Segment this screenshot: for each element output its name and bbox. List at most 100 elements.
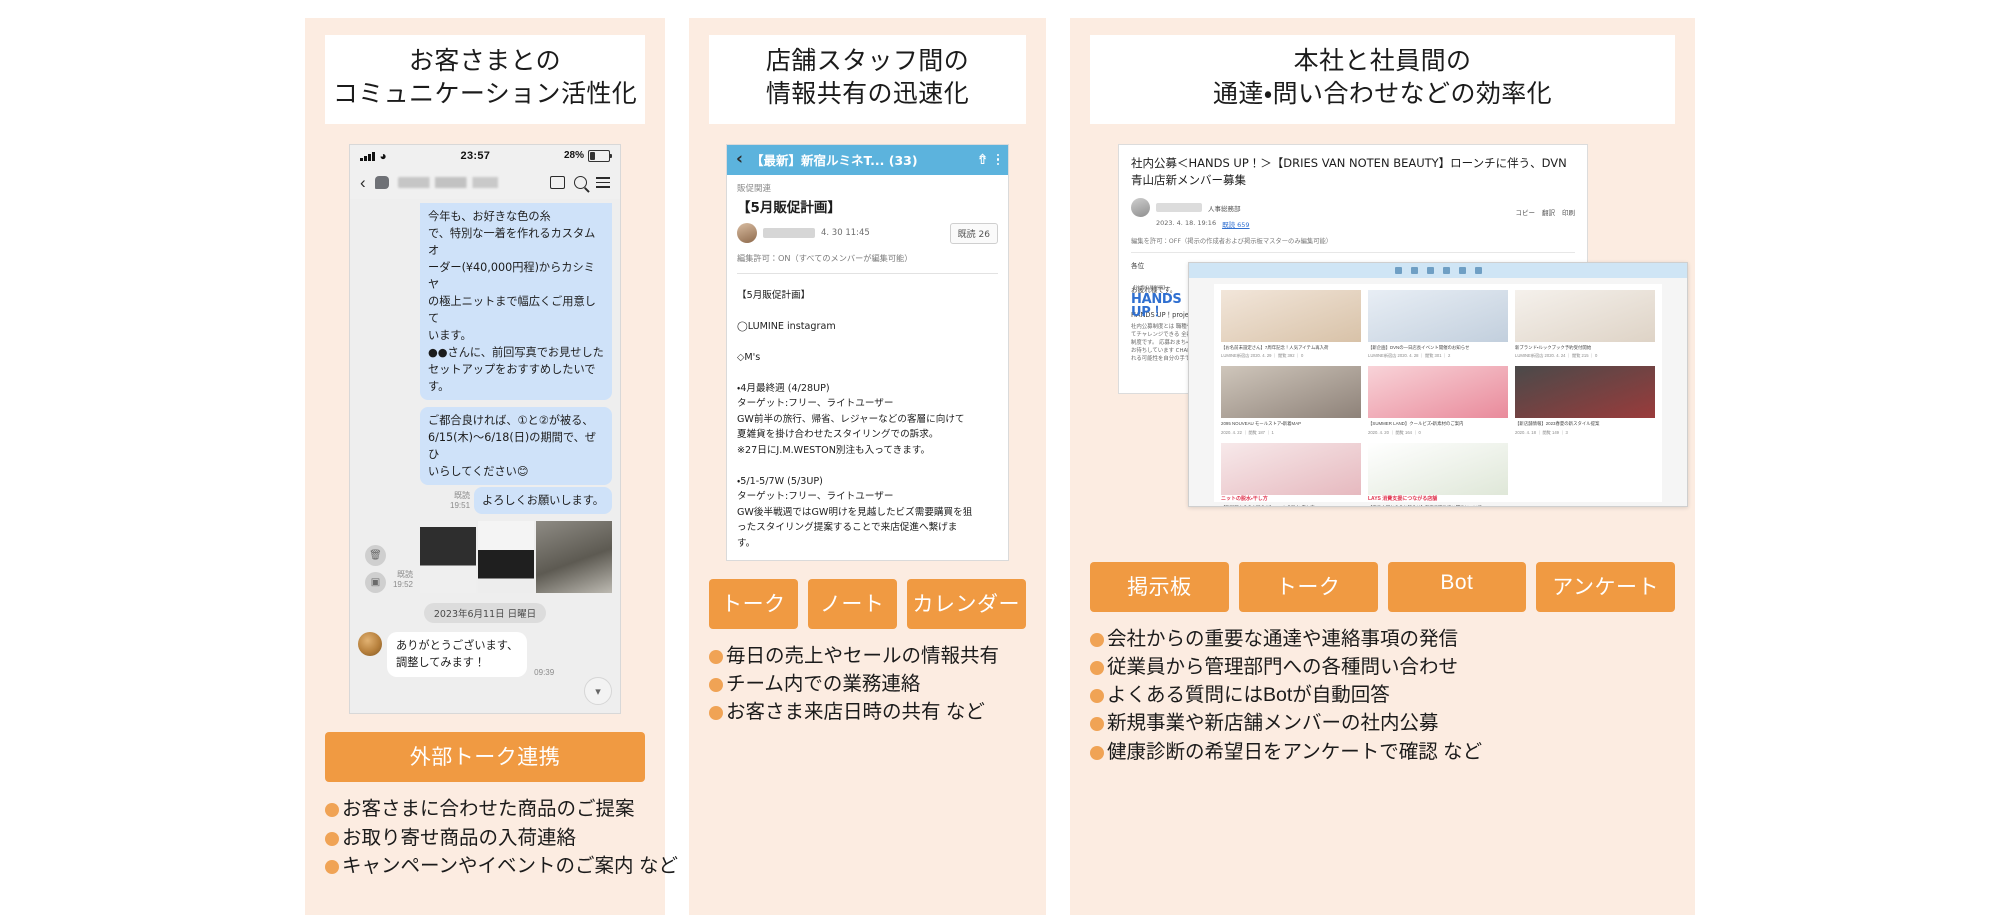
phone-status-bar: ◕ 23:57 28%: [350, 144, 620, 167]
feed-caption: 【商品本部からのお知らせ】新商品取り扱い開始について: [1368, 505, 1508, 506]
avatar: [737, 223, 757, 243]
note-header: ‹ 【最新】新宿ルミネT... (33) ⇮: [727, 144, 1008, 175]
read-receipt-1: 既読 19:51: [450, 491, 474, 514]
feature-button-talk[interactable]: トーク: [709, 578, 798, 629]
feature-button-note[interactable]: ノート: [807, 578, 897, 629]
avatar: [358, 631, 382, 656]
feature-button-bot[interactable]: Bot: [1387, 561, 1527, 612]
list-item: 会社からの重要な通達や連絡事項の発信: [1090, 625, 1675, 653]
list-item[interactable]: 【新企画】DVNの一日店長イベント開催のお知らせ LUMINE新宿店 2020.…: [1368, 289, 1508, 360]
chat-row-outgoing-3: 既読 19:51 よろしくお願いします。: [358, 486, 612, 514]
save-icon[interactable]: ▣: [364, 571, 386, 593]
bullet-dot-icon: [1090, 632, 1104, 647]
feed-caption: 【販促部からのお知らせ】ニットの脱水・干し方: [1221, 505, 1361, 506]
card-2-title-line1: 店舗スタッフ間の: [765, 47, 970, 75]
list-item[interactable]: 【SUMMER LAND】クールビズ・新素材のご案内 2020. 4. 20 ｜…: [1368, 366, 1508, 436]
copy-button[interactable]: コピー: [1516, 207, 1536, 217]
chevron-left-icon[interactable]: ‹: [360, 174, 366, 191]
author-name-redacted: [1156, 203, 1202, 212]
feed-thumbnail[interactable]: [1515, 366, 1655, 419]
status-time: 23:57: [460, 149, 491, 162]
chat-image-2[interactable]: [478, 520, 534, 593]
note-header-title: 【最新】新宿ルミネT... (33): [751, 150, 969, 169]
feed-caption: 【新店舗情報】2023春夏の新スタイル提案: [1515, 421, 1600, 427]
list-item[interactable]: 新ブランド・ルックブック予約受付開始 LUMINE新宿店 2020. 4. 24…: [1515, 289, 1655, 360]
bulletin-operations: コピー 翻訳 印刷: [1516, 207, 1576, 217]
note-author-row: 4. 30 11:45 既読 26: [737, 222, 998, 244]
feed-toolbar[interactable]: [1189, 262, 1687, 278]
translate-button[interactable]: 翻訳: [1542, 207, 1555, 217]
share-icon[interactable]: ⇮: [977, 152, 989, 168]
list-item[interactable]: 2095 NOUVEAU モールストア・新着MAP 2020. 4. 22 ｜ …: [1221, 366, 1361, 436]
feature-button-bulletin-board[interactable]: 掲示板: [1090, 561, 1229, 612]
feed-thumbnail[interactable]: [1221, 443, 1361, 496]
battery-percent: 28%: [563, 150, 584, 161]
chat-image-thumbnails[interactable]: [420, 520, 612, 593]
note-content-body: 【5月販促計画】 ◯LUMINE instagram ◇M's ・4月最終週 (…: [737, 289, 973, 550]
chat-bubble-incoming: ありがとうございます、 調整してみます！: [387, 631, 528, 678]
list-item[interactable]: 【新店舗情報】2023春夏の新スタイル提案 2020. 4. 18 ｜ 閲覧 1…: [1515, 366, 1655, 436]
list-item: キャンペーンやイベントのご案内 など: [325, 852, 678, 880]
list-item[interactable]: 【お名前未設定さん】7周年記念！人気アイテム再入荷 LUMINE新宿店 2020…: [1221, 289, 1361, 360]
signal-bars-icon: [360, 151, 375, 161]
list-item: 健康診断の希望日をアンケートで確認 など: [1090, 738, 1675, 766]
chat-bubble-outgoing-2: ご都合良ければ、①と②が被る、 6/15(木)〜6/18(日)の期間で、ぜひ い…: [420, 406, 612, 485]
feed-thumbnail[interactable]: [1515, 289, 1655, 342]
chat-message-list[interactable]: 今年も、お好きな色の糸 で、特別な一着を作れるカスタムオ ーダー(¥40,000…: [350, 198, 620, 714]
chat-date-divider: 2023年6月11日 日曜日: [358, 602, 612, 623]
bullet-text: お客さま来店日時の共有 など: [726, 701, 985, 724]
image-side-actions[interactable]: 🗑 ▣: [364, 544, 386, 593]
video-call-icon[interactable]: [550, 176, 565, 189]
card-customer-communication: お客さまとの コミュニケーション活性化 ◕ 23:57 28% ‹ 今年も、お好…: [305, 18, 678, 915]
toolbar-icon-3[interactable]: [1426, 266, 1434, 274]
chevron-left-icon[interactable]: ‹: [736, 151, 743, 168]
print-button[interactable]: 印刷: [1562, 207, 1575, 217]
toolbar-icon-1[interactable]: [1394, 266, 1402, 274]
feed-thumbnail[interactable]: [1368, 289, 1508, 342]
card-1-screenshot: ◕ 23:57 28% ‹ 今年も、お好きな色の糸 で、特別な一着を作れるカスタ…: [325, 143, 645, 715]
feed-thumbnail[interactable]: [1368, 443, 1508, 496]
read-time-2: 19:52: [392, 580, 413, 590]
list-item[interactable]: ニットの脱水・干し方 【販促部からのお知らせ】ニットの脱水・干し方 0 ／ TE…: [1221, 443, 1361, 506]
feed-thumbnail[interactable]: [1221, 289, 1361, 342]
line-chat-header: ‹: [350, 166, 620, 199]
card-3-bullet-list: 会社からの重要な通達や連絡事項の発信 従業員から管理部門への各種問い合わせ よく…: [1090, 625, 1675, 786]
card-3-header: 本社と社員間の 通達・問い合わせなどの効率化: [1090, 35, 1675, 124]
card-hq-employee-efficiency: 本社と社員間の 通達・問い合わせなどの効率化 社内公募＜HANDS UP！＞【D…: [1070, 18, 1695, 915]
chat-fab-row: ▾: [358, 677, 612, 706]
search-icon[interactable]: [574, 176, 587, 189]
toolbar-icon-5[interactable]: [1458, 266, 1466, 274]
bullet-dot-icon: [709, 649, 723, 664]
chat-image-1[interactable]: [420, 520, 476, 593]
feed-thumbnail[interactable]: [1221, 366, 1361, 419]
toolbar-icon-4[interactable]: [1442, 266, 1450, 274]
card-3-title-line2: 通達・問い合わせなどの効率化: [1212, 80, 1553, 109]
feature-button-talk[interactable]: トーク: [1238, 561, 1378, 612]
bullet-dot-icon: [1090, 660, 1104, 675]
chevron-down-icon[interactable]: ▾: [584, 677, 612, 706]
chat-date-label: 2023年6月11日 日曜日: [423, 602, 547, 623]
feature-button-calendar[interactable]: カレンダー: [906, 578, 1026, 629]
bullet-dot-icon: [1090, 745, 1104, 760]
bulletin-read-count[interactable]: 既読 659: [1222, 219, 1249, 229]
bullet-text: 従業員から管理部門への各種問い合わせ: [1107, 655, 1459, 678]
bullet-text: よくある質問にはBotが自動回答: [1107, 684, 1390, 707]
chat-bubble-outgoing-3: よろしくお願いします。: [474, 486, 612, 514]
feature-button-external-talk[interactable]: 外部トーク連携: [325, 732, 645, 783]
toolbar-icon-2[interactable]: [1410, 266, 1418, 274]
note-permission-text: 編集許可：ON（すべてのメンバーが編集可能）: [737, 252, 913, 263]
chat-image-3[interactable]: [536, 520, 612, 593]
list-item: お客さまに合わせた商品のご提案: [325, 795, 645, 823]
read-time-1: 19:51: [450, 501, 471, 511]
card-2-header: 店舗スタッフ間の 情報共有の迅速化: [709, 35, 1026, 124]
feed-meta: LUMINE新宿店 2020. 4. 28 ｜ 閲覧 301 ｜ 2: [1368, 353, 1451, 359]
read-count-badge[interactable]: 既読 26: [949, 222, 998, 244]
hamburger-icon[interactable]: [596, 177, 610, 188]
card-staff-information-sharing: 店舗スタッフ間の 情報共有の迅速化 ‹ 【最新】新宿ルミネT... (33) ⇮…: [689, 18, 1046, 915]
toolbar-icon-6[interactable]: [1474, 266, 1482, 274]
trash-icon[interactable]: 🗑: [364, 544, 386, 566]
feature-button-survey[interactable]: アンケート: [1536, 561, 1675, 612]
feed-thumbnail[interactable]: [1368, 366, 1508, 419]
list-item[interactable]: LAYS 消費支援につながる店舗 【商品本部からのお知らせ】新商品取り扱い開始に…: [1368, 443, 1508, 506]
more-vertical-icon[interactable]: [996, 153, 999, 166]
